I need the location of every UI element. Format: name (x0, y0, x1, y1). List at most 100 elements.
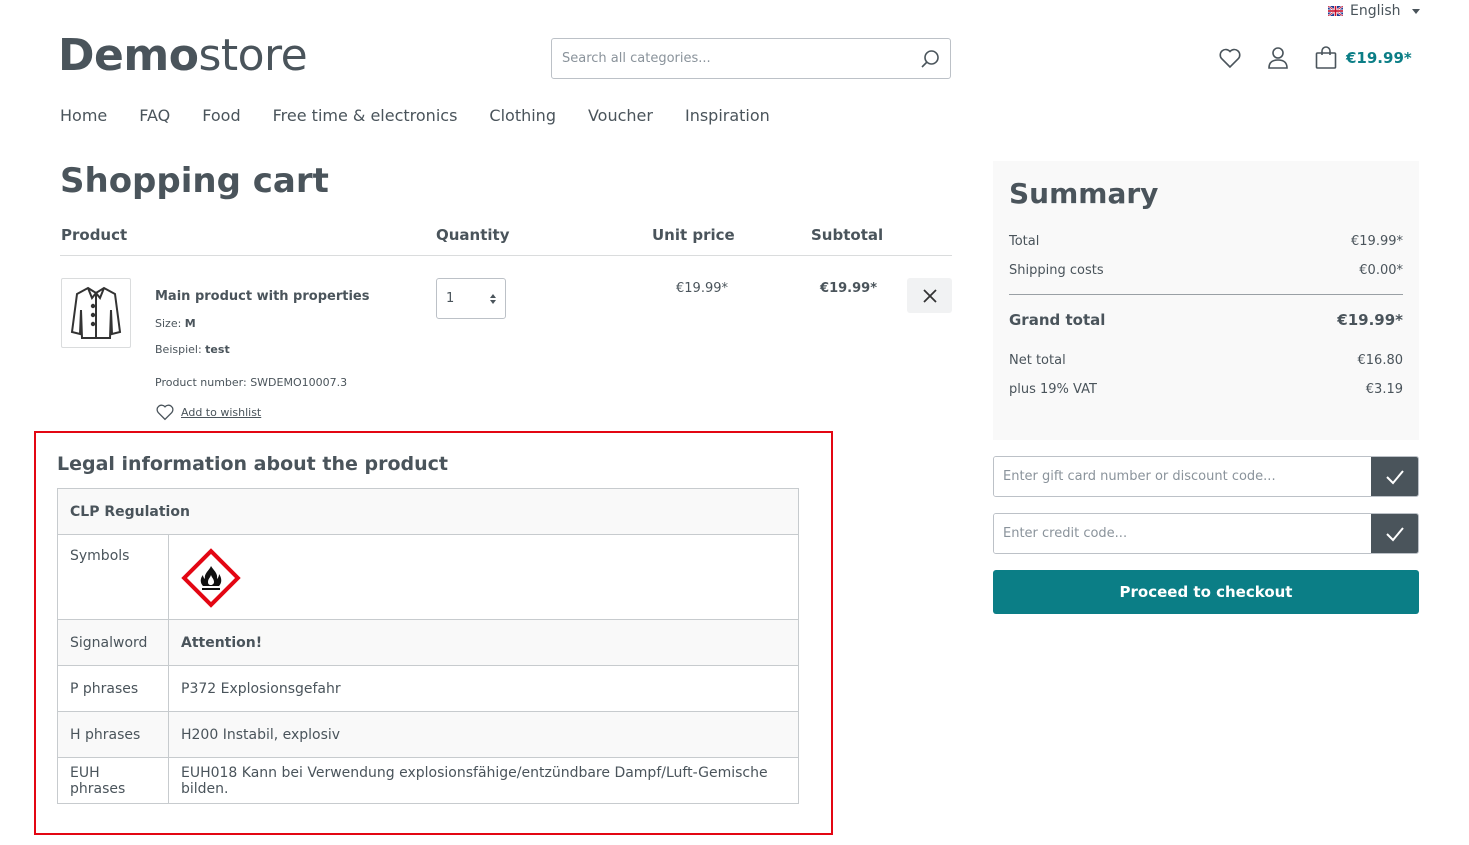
property-value: M (184, 317, 196, 330)
legal-title: Legal information about the product (57, 453, 448, 475)
checkmark-icon (1385, 469, 1404, 484)
discount-code-input[interactable] (994, 457, 1371, 496)
property-label: Size: (155, 317, 182, 330)
nav-food[interactable]: Food (202, 106, 240, 126)
apply-discount-button[interactable] (1371, 457, 1418, 496)
nav-free-time-electronics[interactable]: Free time & electronics (273, 106, 458, 126)
shopping-bag-icon (1315, 46, 1337, 69)
property-label: Beispiel: (155, 343, 202, 356)
summary-vat-row: plus 19% VAT €3.19 (1009, 382, 1403, 397)
p-phrases-value: P372 Explosionsgefahr (168, 665, 799, 712)
euh-phrases-value: EUH018 Kann bei Verwendung explosionsfäh… (168, 757, 799, 804)
table-row: P phrases P372 Explosionsgefahr (57, 665, 799, 712)
signalword-label: Signalword (57, 619, 169, 666)
euh-phrases-label: EUH phrases (57, 757, 169, 804)
wishlist-label: Add to wishlist (181, 406, 262, 419)
header-quantity: Quantity (436, 226, 510, 244)
table-row: Signalword Attention! (57, 619, 799, 666)
order-summary: Summary Total €19.99* Shipping costs €0.… (993, 161, 1419, 440)
quantity-select[interactable]: 1 (436, 278, 506, 319)
legal-information-section: Legal information about the product CLP … (34, 431, 833, 835)
language-label: English (1350, 3, 1401, 19)
discount-code-form (993, 456, 1419, 497)
proceed-to-checkout-button[interactable]: Proceed to checkout (993, 570, 1419, 614)
cart-table-header: Product Quantity Unit price Subtotal (60, 224, 952, 256)
summary-net-row: Net total €16.80 (1009, 353, 1403, 368)
search-input[interactable] (552, 39, 910, 78)
h-phrases-label: H phrases (57, 711, 169, 758)
total-label: Total (1009, 234, 1040, 249)
clp-table: CLP Regulation Symbols Signalword Attent… (57, 488, 799, 804)
uk-flag-icon (1328, 6, 1343, 16)
clp-table-header: CLP Regulation (57, 488, 799, 535)
close-icon (922, 288, 937, 303)
product-property-size: Size: M (155, 317, 196, 330)
heart-icon (1219, 48, 1241, 69)
product-name[interactable]: Main product with properties (155, 289, 369, 304)
h-phrases-value: H200 Instabil, explosiv (168, 711, 799, 758)
credit-code-input[interactable] (994, 514, 1371, 553)
summary-title: Summary (1009, 177, 1159, 210)
table-row: H phrases H200 Instabil, explosiv (57, 711, 799, 758)
header-subtotal: Subtotal (811, 226, 884, 244)
symbols-value (168, 534, 799, 620)
header-product: Product (61, 226, 128, 244)
search-icon (921, 49, 939, 68)
credit-code-form (993, 513, 1419, 554)
line-subtotal: €19.99* (820, 281, 877, 296)
net-total-label: Net total (1009, 353, 1066, 368)
chevron-down-icon (1411, 8, 1420, 14)
heart-icon (156, 404, 174, 421)
search-button[interactable] (910, 39, 950, 78)
clp-header-cell: CLP Regulation (57, 488, 799, 535)
property-value: test (205, 343, 230, 356)
net-total-value: €16.80 (1357, 353, 1404, 368)
nav-inspiration[interactable]: Inspiration (685, 106, 770, 126)
jacket-icon (70, 286, 122, 339)
grand-total-value: €19.99* (1337, 311, 1403, 329)
nav-clothing[interactable]: Clothing (489, 106, 556, 126)
product-image[interactable] (61, 278, 131, 348)
header-unit-price: Unit price (652, 226, 735, 244)
flammable-hazard-icon (181, 548, 241, 608)
total-value: €19.99* (1351, 234, 1403, 249)
add-to-wishlist-link[interactable]: Add to wishlist (155, 404, 261, 421)
unit-price: €19.99* (676, 281, 728, 296)
select-arrows-icon (490, 293, 496, 304)
nav-home[interactable]: Home (60, 106, 107, 126)
wishlist-button[interactable] (1216, 44, 1244, 72)
remove-item-button[interactable] (907, 278, 952, 313)
grand-total-label: Grand total (1009, 311, 1106, 329)
vat-label: plus 19% VAT (1009, 382, 1097, 397)
table-row: EUH phrases EUH018 Kann bei Verwendung e… (57, 757, 799, 804)
apply-credit-button[interactable] (1371, 514, 1418, 553)
vat-value: €3.19 (1365, 382, 1403, 397)
logo-light: store (198, 30, 308, 81)
product-number: Product number: SWDEMO10007.3 (155, 376, 348, 389)
logo[interactable]: Demostore (58, 30, 308, 82)
signalword-value: Attention! (168, 619, 799, 666)
nav-faq[interactable]: FAQ (139, 106, 170, 126)
cart-total[interactable]: €19.99* (1346, 49, 1412, 67)
shipping-label: Shipping costs (1009, 263, 1104, 278)
summary-total-row: Total €19.99* (1009, 234, 1403, 249)
shipping-value: €0.00* (1359, 263, 1403, 278)
nav-voucher[interactable]: Voucher (588, 106, 653, 126)
quantity-value: 1 (446, 291, 455, 306)
summary-grand-total-row: Grand total €19.99* (1009, 311, 1403, 329)
search-bar (551, 38, 951, 79)
language-selector[interactable]: English (1328, 2, 1420, 20)
main-navigation: Home FAQ Food Free time & electronics Cl… (60, 106, 802, 126)
cart-line-item: Main product with properties Size: M Bei… (60, 256, 952, 426)
checkmark-icon (1385, 526, 1404, 541)
symbols-label: Symbols (57, 534, 169, 620)
product-property-beispiel: Beispiel: test (155, 343, 230, 356)
header-actions: €19.99* (1216, 44, 1412, 72)
summary-shipping-row: Shipping costs €0.00* (1009, 263, 1403, 278)
user-icon (1268, 47, 1288, 69)
page-title: Shopping cart (60, 161, 329, 201)
account-button[interactable] (1264, 44, 1292, 72)
logo-bold: Demo (58, 30, 199, 81)
cart-button[interactable] (1312, 44, 1340, 72)
p-phrases-label: P phrases (57, 665, 169, 712)
